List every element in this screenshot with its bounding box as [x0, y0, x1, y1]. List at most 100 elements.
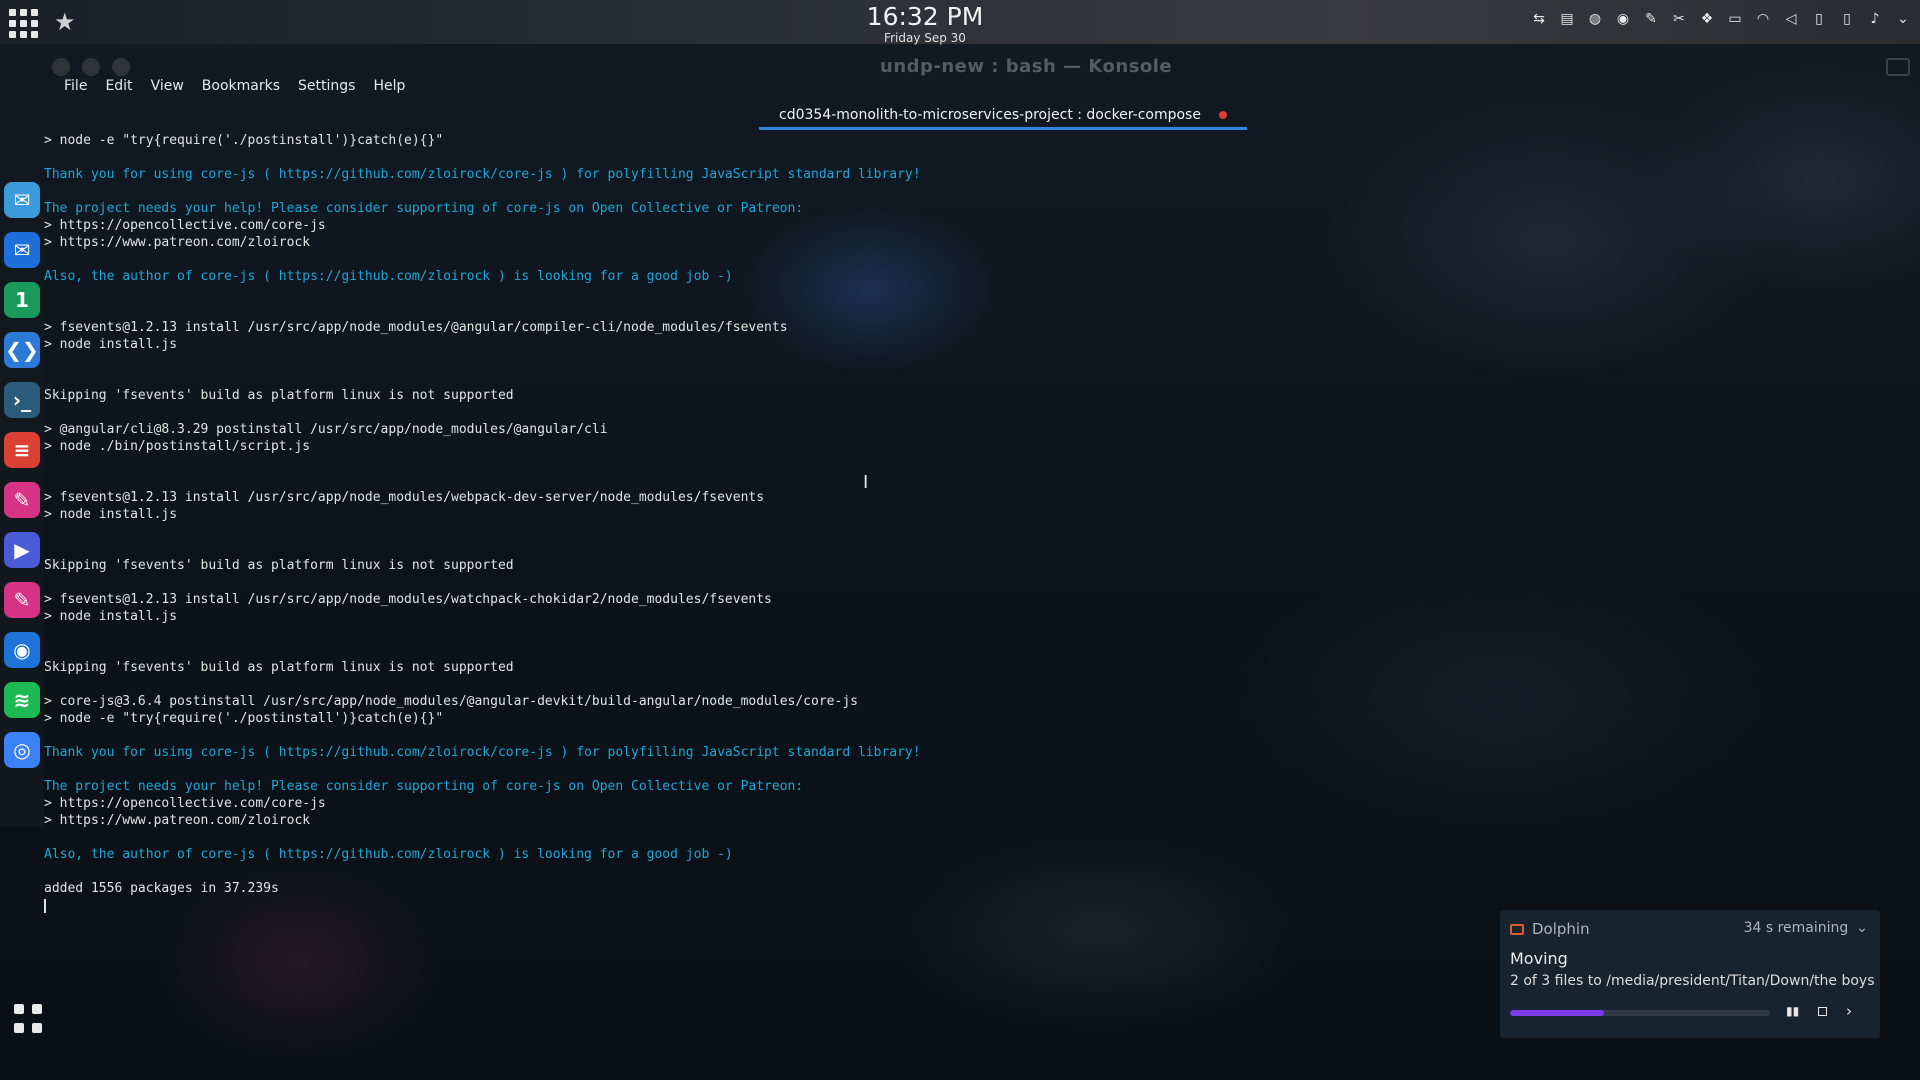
terminal-line: > node install.js: [44, 337, 178, 352]
tab-bar: cd0354-monolith-to-microservices-project…: [44, 102, 1920, 130]
menu-bookmarks[interactable]: Bookmarks: [193, 70, 289, 102]
editor-icon[interactable]: ✎: [4, 482, 40, 518]
wifi-icon[interactable]: ◠: [1754, 10, 1772, 28]
scissors-icon[interactable]: ✂: [1670, 10, 1688, 28]
chevron-down-icon[interactable]: ⌄: [1856, 920, 1868, 936]
top-panel: ★ 16:32 PM Friday Sep 30 ⇆ ▤ ◍ ◉ ✎ ✂ ❖ ▭ ◠ ◁ ▯ ▯ ♪ ⌄: [0, 0, 1920, 44]
mail-notify-icon[interactable]: ✉: [4, 182, 40, 218]
menu-view[interactable]: View: [142, 70, 193, 102]
notification-body: 2 of 3 files to /media/president/Titan/D…: [1510, 973, 1875, 989]
terminal-line: Thank you for using core-js ( https://gi…: [44, 167, 921, 182]
terminal-line: > node install.js: [44, 507, 178, 522]
transfer-progress-fill: [1510, 1010, 1604, 1016]
app-launcher-icon[interactable]: [6, 6, 38, 38]
menu-file[interactable]: File: [55, 70, 96, 102]
remaining-time: 34 s remaining: [1743, 920, 1849, 936]
terminal-line: > https://www.patreon.com/zloirock: [44, 235, 311, 250]
terminal-line: > @angular/cli@8.3.29 postinstall /usr/s…: [44, 422, 608, 437]
favorites-star-icon[interactable]: ★: [54, 8, 76, 36]
system-tray: ⇆ ▤ ◍ ◉ ✎ ✂ ❖ ▭ ◠ ◁ ▯ ▯ ♪ ⌄: [1530, 10, 1912, 28]
restore-icon[interactable]: [1886, 58, 1910, 76]
phone-icon[interactable]: ▯: [1838, 10, 1856, 28]
window-title: undp-new : bash — Konsole: [880, 56, 1173, 77]
menu-bar: File Edit View Bookmarks Settings Help: [44, 70, 414, 102]
show-applications-icon[interactable]: [14, 1004, 44, 1034]
transfer-progress-bar: [1510, 1010, 1770, 1016]
terminal-line: > https://opencollective.com/core-js: [44, 218, 326, 233]
window-titlebar[interactable]: undp-new : bash — Konsole: [44, 44, 1920, 77]
microphone-icon[interactable]: ♪: [1866, 10, 1884, 28]
terminal-line: Also, the author of core-js ( https://gi…: [44, 269, 733, 284]
terminal-cursor: [44, 898, 46, 913]
terminal-line: > node -e "try{require('./postinstall')}…: [44, 711, 444, 726]
mail-icon[interactable]: ✉: [4, 232, 40, 268]
clock-date: Friday Sep 30: [884, 31, 966, 45]
terminal-line: > node -e "try{require('./postinstall')}…: [44, 133, 444, 148]
chromium-icon[interactable]: ◎: [4, 732, 40, 768]
clock[interactable]: 16:32 PM Friday Sep 30: [860, 2, 990, 44]
terminal-line: > https://opencollective.com/core-js: [44, 796, 326, 811]
todoist-icon[interactable]: ≡: [4, 432, 40, 468]
terminal-line: Skipping 'fsevents' build as platform li…: [44, 388, 514, 403]
terminal-line: Thank you for using core-js ( https://gi…: [44, 745, 921, 760]
terminal-icon[interactable]: ›_: [4, 382, 40, 418]
activity-indicator-dot: [1218, 110, 1227, 119]
notes-icon[interactable]: ✎: [1642, 10, 1660, 28]
chevron-down-icon[interactable]: ⌄: [1894, 10, 1912, 28]
battery-icon[interactable]: ▯: [1810, 10, 1828, 28]
terminal-line: > core-js@3.6.4 postinstall /usr/src/app…: [44, 694, 858, 709]
drive-icon[interactable]: ▤: [1558, 10, 1576, 28]
details-chevron-right-icon[interactable]: ›: [1846, 1002, 1852, 1020]
terminal-line: > node install.js: [44, 609, 178, 624]
dropbox-icon[interactable]: ❖: [1698, 10, 1716, 28]
terminal-line: > fsevents@1.2.13 install /usr/src/app/n…: [44, 490, 765, 505]
pause-icon[interactable]: ▮▮: [1786, 1004, 1799, 1018]
terminal-line: added 1556 packages in 37.239s: [44, 881, 279, 896]
media-icon[interactable]: ◍: [1586, 10, 1604, 28]
terminal-line: > fsevents@1.2.13 install /usr/src/app/n…: [44, 320, 788, 335]
media-player-icon[interactable]: ▶: [4, 532, 40, 568]
clock-time: 16:32 PM: [866, 2, 984, 31]
terminal-line: Skipping 'fsevents' build as platform li…: [44, 660, 514, 675]
terminal-line: > https://www.patreon.com/zloirock: [44, 813, 311, 828]
notification-app-name: Dolphin: [1532, 920, 1590, 938]
vscode-icon[interactable]: ❮❯: [4, 332, 40, 368]
notification-title: Moving: [1510, 949, 1568, 968]
terminal-line: Also, the author of core-js ( https://gi…: [44, 847, 733, 862]
menu-edit[interactable]: Edit: [96, 70, 141, 102]
terminal-line: > fsevents@1.2.13 install /usr/src/app/n…: [44, 592, 772, 607]
chrome-icon[interactable]: ◉: [1614, 10, 1632, 28]
menu-help[interactable]: Help: [364, 70, 414, 102]
display-icon[interactable]: ▭: [1726, 10, 1744, 28]
file-transfer-notification[interactable]: Dolphin 34 s remaining ⌄ Moving 2 of 3 f…: [1500, 910, 1880, 1038]
tasks-icon[interactable]: 1: [4, 282, 40, 318]
spotify-icon[interactable]: ≋: [4, 682, 40, 718]
terminal-line: The project needs your help! Please cons…: [44, 779, 804, 794]
network-icon[interactable]: ⇆: [1530, 10, 1548, 28]
firefox-icon[interactable]: ◉: [4, 632, 40, 668]
volume-icon[interactable]: ◁: [1782, 10, 1800, 28]
menu-settings[interactable]: Settings: [289, 70, 364, 102]
stop-icon[interactable]: [1818, 1007, 1827, 1016]
notification-remaining[interactable]: 34 s remaining ⌄: [1744, 920, 1868, 936]
editor2-icon[interactable]: ✎: [4, 582, 40, 618]
tab-docker-compose[interactable]: cd0354-monolith-to-microservices-project…: [759, 102, 1247, 130]
terminal-line: Skipping 'fsevents' build as platform li…: [44, 558, 514, 573]
